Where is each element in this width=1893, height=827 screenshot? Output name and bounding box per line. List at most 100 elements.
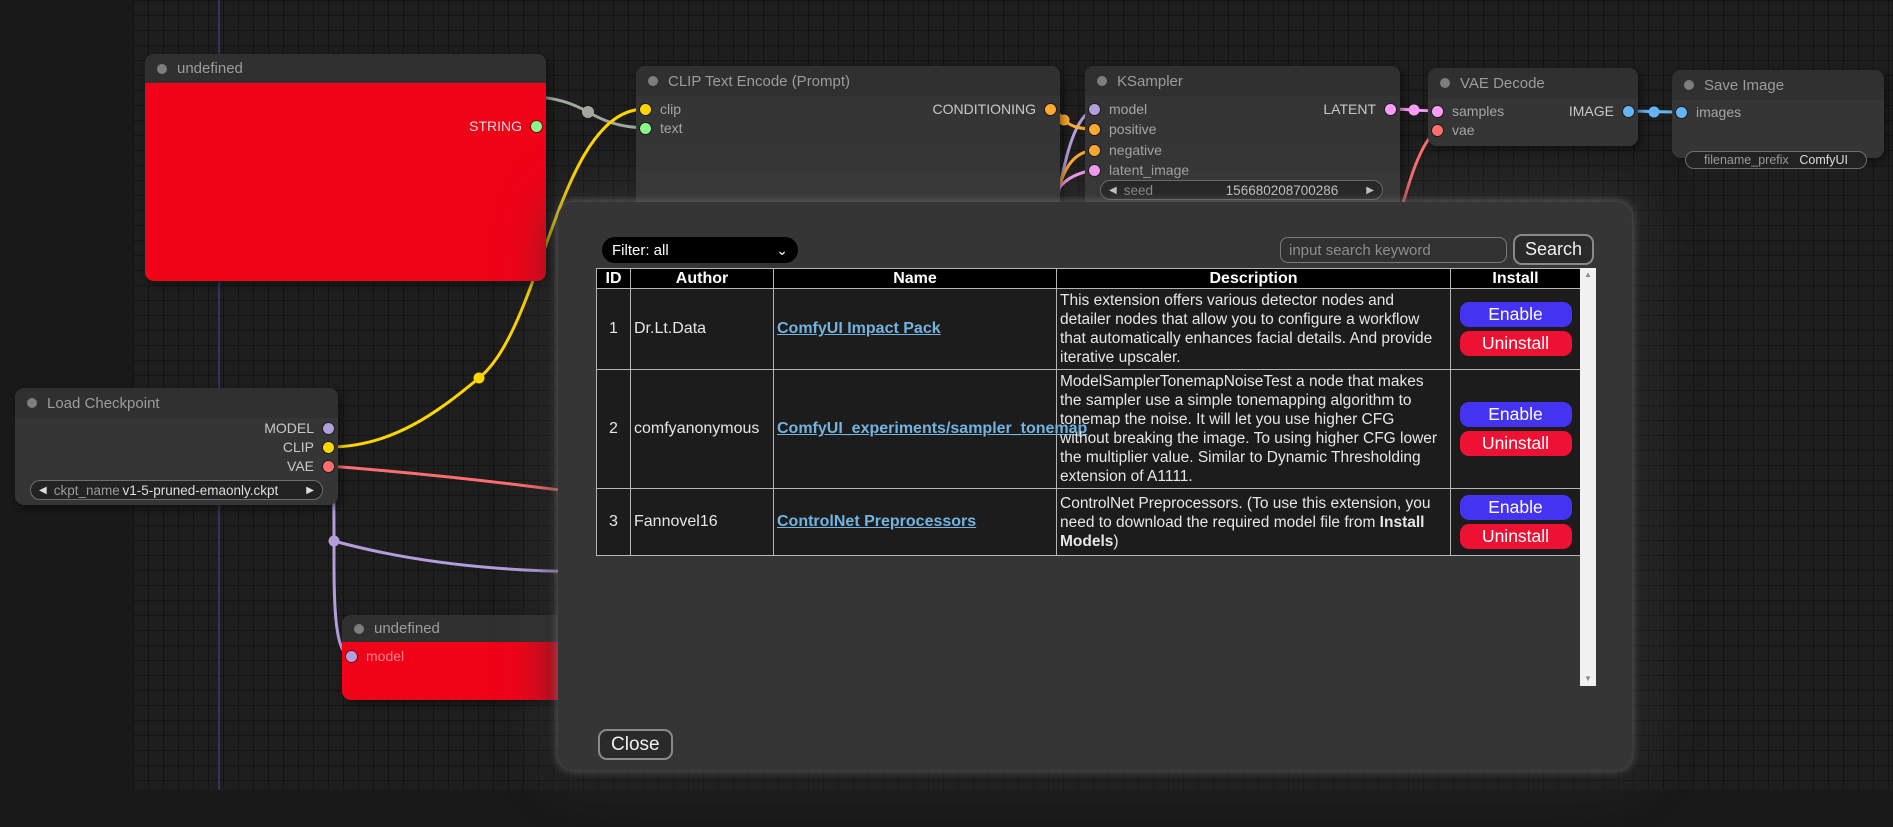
output-model: MODEL (15, 418, 338, 438)
string-output-port[interactable] (531, 121, 542, 132)
collapse-dot-icon[interactable] (1684, 80, 1694, 90)
reroute-dot[interactable] (1059, 115, 1070, 126)
ext-description: This extension offers various detector n… (1057, 289, 1451, 370)
ext-author: Dr.Lt.Data (631, 289, 774, 370)
image-output-port[interactable] (1623, 106, 1634, 117)
node-title: undefined (374, 620, 440, 637)
reroute-dot[interactable] (329, 536, 340, 547)
model-output-port[interactable] (323, 423, 334, 434)
images-input-port[interactable] (1676, 107, 1687, 118)
input-positive: positive (1085, 119, 1400, 139)
filename-prefix-value: ComfyUI (1799, 153, 1848, 167)
ext-name-link[interactable]: ControlNet Preprocessors (777, 513, 976, 530)
model-input-port[interactable] (346, 651, 357, 662)
enable-button[interactable]: Enable (1460, 402, 1572, 427)
reroute-dot[interactable] (1409, 105, 1420, 116)
node-title: Load Checkpoint (47, 395, 160, 412)
collapse-dot-icon[interactable] (648, 76, 658, 86)
search-button[interactable]: Search (1513, 234, 1594, 265)
ext-install-cell: Enable Uninstall (1451, 370, 1581, 489)
ext-author: comfyanonymous (631, 370, 774, 489)
negative-input-port[interactable] (1089, 145, 1100, 156)
node-save-image[interactable]: Save Image images filename_prefix ComfyU… (1672, 70, 1884, 158)
header-id: ID (597, 269, 631, 289)
ext-name-link[interactable]: ComfyUI_experiments/sampler_tonemap (777, 420, 1087, 437)
input-latent-image: latent_image (1085, 160, 1400, 180)
enable-button[interactable]: Enable (1460, 495, 1572, 520)
extensions-table-container: ID Author Name Description Install 1 Dr.… (596, 268, 1596, 686)
node-body: STRING (145, 83, 546, 281)
clip-output-port[interactable] (323, 442, 334, 453)
collapse-dot-icon[interactable] (1097, 76, 1107, 86)
ckpt-next-icon[interactable]: ▶ (306, 485, 314, 496)
ext-id: 2 (597, 370, 631, 489)
reroute-dot[interactable] (474, 373, 485, 384)
node-title-bar[interactable]: KSampler (1085, 66, 1400, 96)
scroll-up-icon[interactable]: ▲ (1580, 268, 1596, 282)
output-conditioning: CONDITIONING (636, 99, 1060, 119)
seed-label: seed (1124, 183, 1153, 198)
input-negative: negative (1085, 140, 1400, 160)
node-title-bar[interactable]: VAE Decode (1428, 68, 1638, 98)
ckpt-name-value: v1-5-pruned-emaonly.ckpt (122, 483, 278, 498)
search-input[interactable] (1280, 237, 1507, 263)
input-images: images (1672, 102, 1884, 122)
ckpt-name-widget[interactable]: ◀ ckpt_name v1-5-pruned-emaonly.ckpt ▶ (30, 480, 323, 500)
table-row: 1 Dr.Lt.Data ComfyUI Impact Pack This ex… (597, 289, 1581, 370)
output-vae: VAE (15, 456, 338, 476)
node-title: VAE Decode (1460, 75, 1545, 92)
seed-widget[interactable]: ◀ seed 156680208700286 ▶ (1100, 180, 1383, 200)
input-text: text (636, 118, 1060, 138)
filter-select[interactable]: Filter: all ⌄ (602, 237, 798, 263)
collapse-dot-icon[interactable] (157, 64, 167, 74)
node-ksampler[interactable]: KSampler model positive negative latent_… (1085, 66, 1400, 216)
collapse-dot-icon[interactable] (1440, 78, 1450, 88)
reroute-dot[interactable] (1649, 107, 1660, 118)
vae-output-port[interactable] (323, 461, 334, 472)
close-button[interactable]: Close (598, 729, 673, 760)
collapse-dot-icon[interactable] (27, 398, 37, 408)
node-title-bar[interactable]: CLIP Text Encode (Prompt) (636, 66, 1060, 96)
table-scrollbar[interactable]: ▲ ▼ (1580, 268, 1596, 686)
filename-prefix-widget[interactable]: filename_prefix ComfyUI (1685, 151, 1867, 169)
seed-decrement-icon[interactable]: ◀ (1109, 185, 1117, 196)
node-title: CLIP Text Encode (Prompt) (668, 73, 850, 90)
input-vae: vae (1428, 120, 1638, 140)
node-title-bar[interactable]: undefined (145, 54, 546, 83)
output-string: STRING (145, 116, 546, 136)
latent-output-port[interactable] (1385, 104, 1396, 115)
ext-description: ModelSamplerTonemapNoiseTest a node that… (1057, 370, 1451, 489)
conditioning-output-port[interactable] (1045, 104, 1056, 115)
header-name: Name (774, 269, 1057, 289)
node-title-bar[interactable]: Load Checkpoint (15, 388, 338, 418)
vae-input-port[interactable] (1432, 125, 1443, 136)
ext-name-link[interactable]: ComfyUI Impact Pack (777, 320, 941, 337)
latent-image-input-port[interactable] (1089, 165, 1100, 176)
node-title-bar[interactable]: Save Image (1672, 70, 1884, 100)
ckpt-prev-icon[interactable]: ◀ (39, 485, 47, 496)
text-input-port[interactable] (640, 123, 651, 134)
filename-prefix-label: filename_prefix (1704, 153, 1789, 167)
node-load-checkpoint[interactable]: Load Checkpoint MODEL CLIP VAE ◀ ckpt_na… (15, 388, 338, 505)
node-vae-decode[interactable]: VAE Decode samples vae IMAGE (1428, 68, 1638, 146)
node-undefined-top[interactable]: undefined STRING (145, 54, 546, 281)
uninstall-button[interactable]: Uninstall (1460, 524, 1572, 549)
uninstall-button[interactable]: Uninstall (1460, 431, 1572, 456)
reroute-dot[interactable] (582, 106, 594, 118)
uninstall-button[interactable]: Uninstall (1460, 331, 1572, 356)
collapse-dot-icon[interactable] (354, 624, 364, 634)
header-install: Install (1451, 269, 1581, 289)
scroll-down-icon[interactable]: ▼ (1580, 672, 1596, 686)
filter-select-value: Filter: all (612, 242, 669, 259)
chevron-down-icon: ⌄ (776, 245, 788, 255)
seed-increment-icon[interactable]: ▶ (1366, 185, 1374, 196)
table-header-row: ID Author Name Description Install (597, 269, 1581, 289)
ext-install-cell: Enable Uninstall (1451, 289, 1581, 370)
positive-input-port[interactable] (1089, 124, 1100, 135)
custom-nodes-manager-dialog: Filter: all ⌄ Search ID Author Name Desc… (558, 202, 1632, 770)
ext-id: 1 (597, 289, 631, 370)
output-clip: CLIP (15, 437, 338, 457)
enable-button[interactable]: Enable (1460, 302, 1572, 327)
ext-id: 3 (597, 489, 631, 556)
node-title: Save Image (1704, 77, 1784, 94)
